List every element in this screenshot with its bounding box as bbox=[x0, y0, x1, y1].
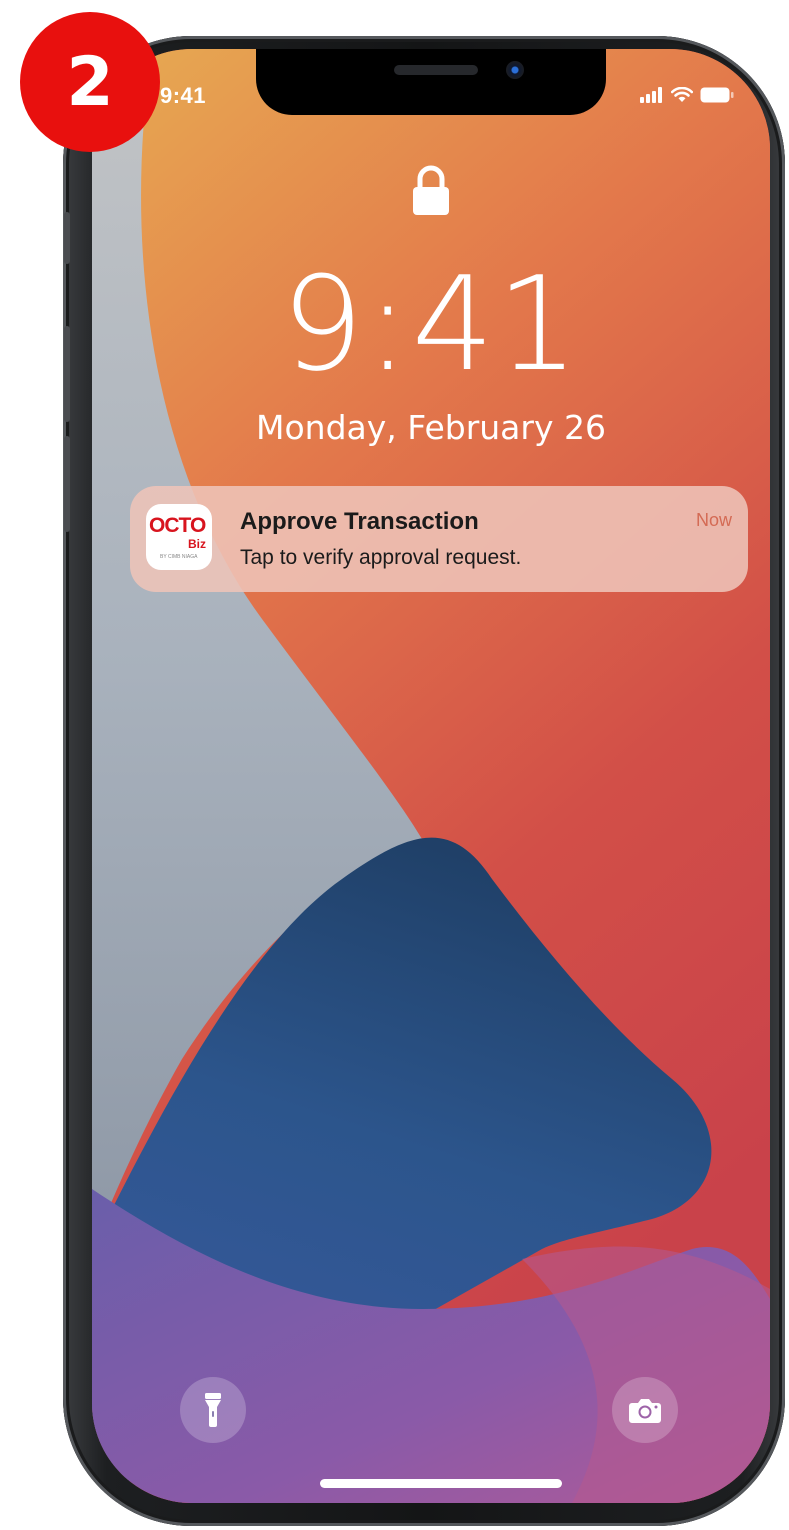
app-logo-text: OCTO bbox=[149, 514, 206, 537]
battery-icon bbox=[700, 87, 734, 103]
lock-icon bbox=[413, 165, 449, 215]
volume-down-button bbox=[64, 436, 70, 532]
status-time: 9:41 bbox=[160, 83, 207, 108]
notification-time: Now bbox=[695, 510, 732, 530]
wifi-icon bbox=[671, 87, 693, 102]
app-icon: OCTO Biz BY CIMB NIAGA bbox=[146, 504, 212, 570]
camera-icon bbox=[629, 1399, 661, 1423]
speaker bbox=[394, 65, 478, 75]
notification-card[interactable]: OCTO Biz BY CIMB NIAGA Approve Transacti… bbox=[130, 486, 748, 592]
step-badge: 2 bbox=[20, 12, 160, 152]
notification-body: Tap to verify approval request. bbox=[240, 546, 522, 569]
lock-clock: 9:41 bbox=[281, 248, 581, 400]
app-logo-sub: Biz bbox=[188, 537, 206, 551]
camera-button[interactable] bbox=[612, 1377, 678, 1443]
mute-switch bbox=[64, 212, 70, 264]
home-indicator[interactable] bbox=[320, 1479, 562, 1488]
app-logo-tagline: BY CIMB NIAGA bbox=[160, 554, 198, 560]
notch bbox=[256, 49, 606, 115]
flashlight-button[interactable] bbox=[180, 1377, 246, 1443]
front-camera bbox=[506, 61, 524, 79]
volume-up-button bbox=[64, 326, 70, 422]
flashlight-icon bbox=[205, 1393, 221, 1427]
status-icons bbox=[640, 87, 734, 103]
notification-title: Approve Transaction bbox=[240, 508, 479, 535]
signal-icon bbox=[640, 87, 662, 103]
lock-date: Monday, February 26 bbox=[256, 408, 606, 447]
lock-screen: 9:41 9:41 Monday, February 26 OCTO Biz B… bbox=[92, 49, 770, 1503]
